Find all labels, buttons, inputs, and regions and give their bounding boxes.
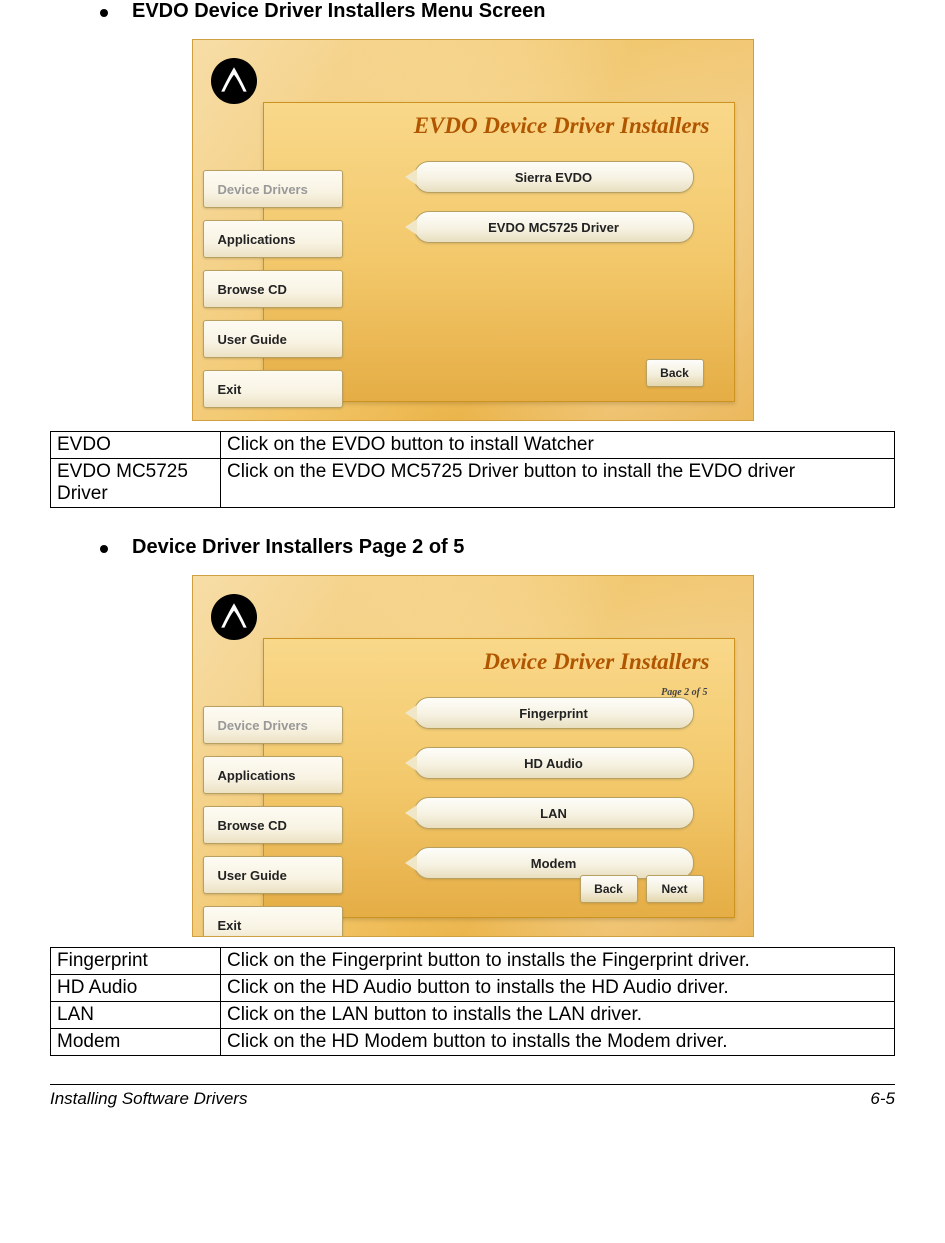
table-section2: FingerprintClick on the Fingerprint butt… (50, 947, 895, 1056)
table-cell-name: Fingerprint (51, 948, 221, 975)
driver-button-lan[interactable]: LAN (414, 797, 694, 829)
table-row: LANClick on the LAN button to installs t… (51, 1002, 895, 1029)
driver-button-evdo-mc5725-driver[interactable]: EVDO MC5725 Driver (414, 211, 694, 243)
left-tab-exit[interactable]: Exit (203, 906, 343, 937)
table-cell-desc: Click on the EVDO button to install Watc… (221, 432, 895, 459)
table-cell-desc: Click on the EVDO MC5725 Driver button t… (221, 459, 895, 508)
left-tab-user-guide[interactable]: User Guide (203, 320, 343, 358)
left-tab-browse-cd[interactable]: Browse CD (203, 270, 343, 308)
bullet-icon (100, 9, 108, 17)
table-cell-desc: Click on the HD Audio button to installs… (221, 975, 895, 1002)
table-cell-desc: Click on the Fingerprint button to insta… (221, 948, 895, 975)
back-button[interactable]: Back (580, 875, 638, 903)
left-tab-browse-cd[interactable]: Browse CD (203, 806, 343, 844)
table-row: EVDO MC5725 DriverClick on the EVDO MC57… (51, 459, 895, 508)
table-row: EVDOClick on the EVDO button to install … (51, 432, 895, 459)
bullet-icon (100, 545, 108, 553)
footer-right: 6-5 (870, 1089, 895, 1109)
table-cell-desc: Click on the HD Modem button to installs… (221, 1029, 895, 1056)
footer-left: Installing Software Drivers (50, 1089, 247, 1109)
driver-button-hd-audio[interactable]: HD Audio (414, 747, 694, 779)
installer2-title: Device Driver Installers (483, 649, 709, 674)
table-cell-name: EVDO MC5725 Driver (51, 459, 221, 508)
table-row: FingerprintClick on the Fingerprint butt… (51, 948, 895, 975)
left-tab-device-drivers[interactable]: Device Drivers (203, 706, 343, 744)
table-cell-name: LAN (51, 1002, 221, 1029)
left-tab-user-guide[interactable]: User Guide (203, 856, 343, 894)
installer-screenshot-2: Device Driver Installers Page 2 of 5 Fin… (192, 575, 754, 937)
table-cell-name: HD Audio (51, 975, 221, 1002)
back-button[interactable]: Back (646, 359, 704, 387)
table-cell-name: Modem (51, 1029, 221, 1056)
section2-heading: Device Driver Installers Page 2 of 5 (132, 536, 464, 559)
next-button[interactable]: Next (646, 875, 704, 903)
section1-heading: EVDO Device Driver Installers Menu Scree… (132, 0, 546, 23)
left-tab-device-drivers[interactable]: Device Drivers (203, 170, 343, 208)
table-row: ModemClick on the HD Modem button to ins… (51, 1029, 895, 1056)
left-tab-exit[interactable]: Exit (203, 370, 343, 408)
driver-button-fingerprint[interactable]: Fingerprint (414, 697, 694, 729)
table-cell-desc: Click on the LAN button to installs the … (221, 1002, 895, 1029)
motorola-logo-icon (211, 58, 257, 104)
installer1-title: EVDO Device Driver Installers (414, 113, 710, 139)
installer-screenshot-1: EVDO Device Driver Installers Sierra EVD… (192, 39, 754, 421)
left-tab-applications[interactable]: Applications (203, 756, 343, 794)
table-cell-name: EVDO (51, 432, 221, 459)
left-tab-applications[interactable]: Applications (203, 220, 343, 258)
table-row: HD AudioClick on the HD Audio button to … (51, 975, 895, 1002)
motorola-logo-icon (211, 594, 257, 640)
table-section1: EVDOClick on the EVDO button to install … (50, 431, 895, 508)
driver-button-sierra-evdo[interactable]: Sierra EVDO (414, 161, 694, 193)
